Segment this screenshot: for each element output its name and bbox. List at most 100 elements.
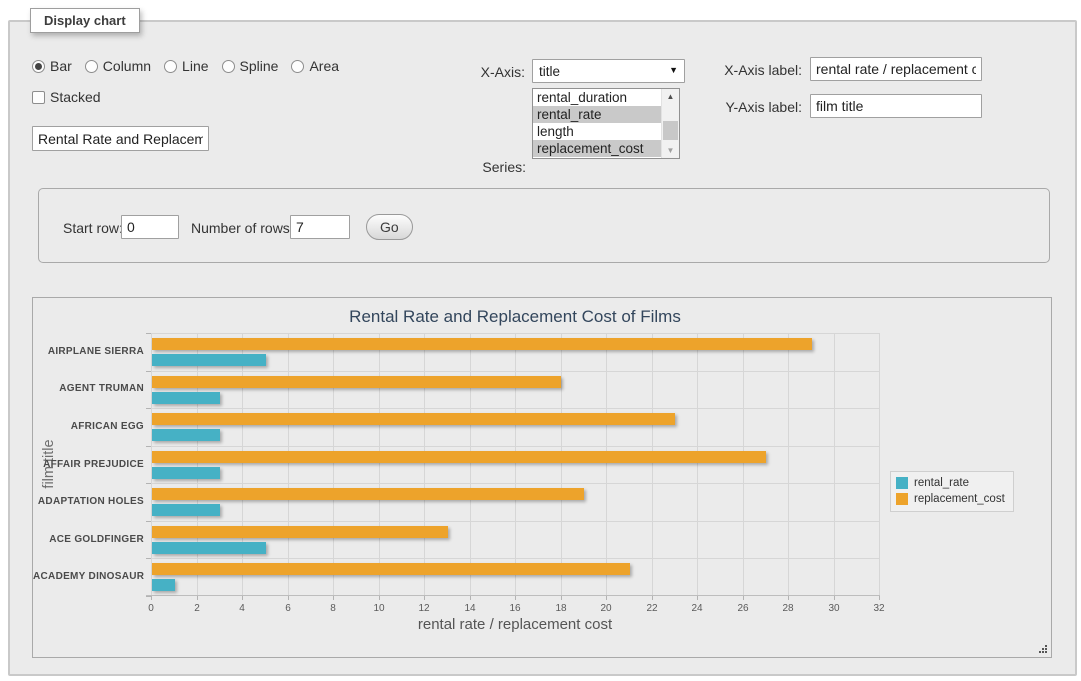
x-tick-label: 30	[821, 603, 847, 614]
chart-type-option-label: Column	[103, 58, 151, 74]
xaxis-label-input[interactable]	[810, 57, 982, 81]
radio-icon	[291, 60, 304, 73]
gridline	[151, 333, 879, 334]
x-tick-label: 6	[275, 603, 301, 614]
bar-replacement_cost-6[interactable]	[152, 563, 630, 575]
x-tick-label: 26	[730, 603, 756, 614]
scroll-down-icon[interactable]: ▼	[662, 143, 679, 158]
category-label: ACE GOLDFINGER	[33, 534, 144, 545]
axis-tick	[197, 596, 198, 600]
bar-rental_rate-3[interactable]	[152, 467, 220, 479]
chart-plot-area	[151, 333, 879, 596]
x-tick-label: 0	[138, 603, 164, 614]
category-label: AFFAIR PREJUDICE	[33, 459, 144, 470]
chart-type-group: Bar Column Line Spline Area	[32, 58, 339, 74]
axis-tick	[333, 596, 334, 600]
axis-tick	[146, 483, 151, 484]
axis-tick	[379, 596, 380, 600]
gridline	[151, 371, 879, 372]
bar-replacement_cost-5[interactable]	[152, 526, 448, 538]
bar-replacement_cost-2[interactable]	[152, 413, 675, 425]
chart-title-input[interactable]	[32, 126, 209, 151]
axis-tick	[242, 596, 243, 600]
axis-tick	[515, 596, 516, 600]
axis-tick	[834, 596, 835, 600]
bar-rental_rate-2[interactable]	[152, 429, 220, 441]
scrollbar-thumb[interactable]	[663, 121, 678, 140]
chart-type-option-label: Spline	[240, 58, 279, 74]
legend-swatch-icon	[896, 493, 908, 505]
x-tick-label: 2	[184, 603, 210, 614]
chart-type-option-bar[interactable]: Bar	[32, 58, 72, 74]
bar-replacement_cost-1[interactable]	[152, 376, 561, 388]
chart-title: Rental Rate and Replacement Cost of Film…	[151, 307, 879, 327]
rows-panel: Start row: Number of rows: Go	[38, 188, 1050, 263]
display-chart-fieldset: Display chart BarColumnLineSplineArea St…	[8, 20, 1077, 676]
axis-tick	[146, 558, 151, 559]
bar-rental_rate-0[interactable]	[152, 354, 266, 366]
bar-replacement_cost-3[interactable]	[152, 451, 766, 463]
gridline	[606, 333, 607, 596]
x-tick-label: 8	[320, 603, 346, 614]
legend-label: replacement_cost	[914, 493, 1005, 505]
x-tick-label: 28	[775, 603, 801, 614]
gridline	[561, 333, 562, 596]
stacked-option[interactable]: Stacked	[32, 89, 101, 105]
chart-panel: Rental Rate and Replacement Cost of Film…	[32, 297, 1052, 658]
axis-tick	[146, 521, 151, 522]
yaxis-label-input[interactable]	[810, 94, 982, 118]
axis-tick	[146, 408, 151, 409]
gridline	[470, 333, 471, 596]
gridline	[242, 333, 243, 596]
number-of-rows-input[interactable]	[290, 215, 350, 239]
go-button[interactable]: Go	[366, 214, 413, 240]
x-tick-label: 18	[548, 603, 574, 614]
gridline	[197, 333, 198, 596]
gridline	[697, 333, 698, 596]
fieldset-legend: Display chart	[30, 8, 140, 33]
bar-rental_rate-1[interactable]	[152, 392, 220, 404]
x-tick-label: 16	[502, 603, 528, 614]
series-option-replacement_cost[interactable]: replacement_cost	[533, 140, 661, 157]
chart-type-option-spline[interactable]: Spline	[222, 58, 279, 74]
stacked-label: Stacked	[50, 89, 101, 105]
start-row-input[interactable]	[121, 215, 179, 239]
bar-replacement_cost-0[interactable]	[152, 338, 812, 350]
category-label: AFRICAN EGG	[33, 421, 144, 432]
x-tick-label: 20	[593, 603, 619, 614]
gridline	[379, 333, 380, 596]
category-label: AIRPLANE SIERRA	[33, 346, 144, 357]
x-tick-label: 14	[457, 603, 483, 614]
series-option-rental_rate[interactable]: rental_rate	[533, 106, 661, 123]
yaxis-label-label: Y-Axis label:	[702, 99, 802, 115]
bar-rental_rate-5[interactable]	[152, 542, 266, 554]
axis-tick	[652, 596, 653, 600]
radio-icon	[222, 60, 235, 73]
chart-type-option-column[interactable]: Column	[85, 58, 151, 74]
bar-rental_rate-6[interactable]	[152, 579, 175, 591]
radio-icon	[164, 60, 177, 73]
gridline	[151, 408, 879, 409]
bar-replacement_cost-4[interactable]	[152, 488, 584, 500]
x-tick-label: 10	[366, 603, 392, 614]
x-tick-label: 22	[639, 603, 665, 614]
series-option-rental_duration[interactable]: rental_duration	[533, 89, 661, 106]
legend-item-rental_rate[interactable]: rental_rate	[896, 475, 1005, 491]
legend-item-replacement_cost[interactable]: replacement_cost	[896, 491, 1005, 507]
chart-type-option-line[interactable]: Line	[164, 58, 208, 74]
gridline	[288, 333, 289, 596]
chart-type-option-area[interactable]: Area	[291, 58, 339, 74]
series-option-length[interactable]: length	[533, 123, 661, 140]
gridline	[151, 558, 879, 559]
series-listbox-scrollbar[interactable]: ▲ ▼	[661, 89, 679, 158]
gridline	[652, 333, 653, 596]
bar-rental_rate-4[interactable]	[152, 504, 220, 516]
gridline	[788, 333, 789, 596]
xaxis-select[interactable]: title	[532, 59, 685, 83]
axis-tick	[146, 371, 151, 372]
category-label: AGENT TRUMAN	[33, 383, 144, 394]
chart-legend: rental_rate replacement_cost	[890, 471, 1014, 512]
resize-grip-icon[interactable]	[1037, 643, 1048, 654]
stacked-checkbox-icon[interactable]	[32, 91, 45, 104]
scroll-up-icon[interactable]: ▲	[662, 89, 679, 104]
